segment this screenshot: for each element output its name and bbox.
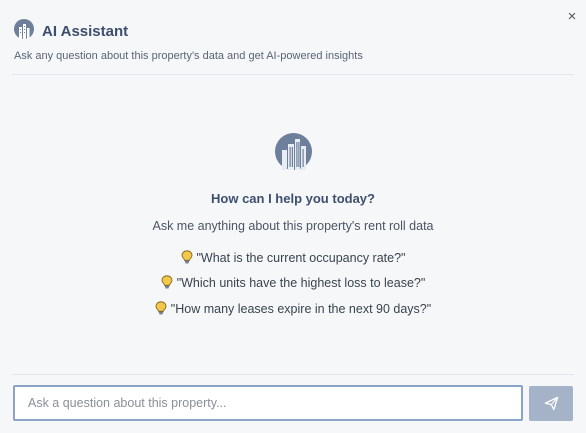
page-title: AI Assistant	[42, 23, 129, 40]
lightbulb-icon	[155, 301, 167, 315]
lightbulb-icon	[181, 250, 192, 264]
building-logo-icon	[275, 133, 312, 170]
building-logo-icon	[14, 19, 34, 39]
composer-divider	[12, 374, 574, 375]
question-input[interactable]	[13, 385, 523, 421]
welcome-heading: How can I help you today?	[211, 191, 375, 206]
send-icon	[544, 396, 558, 411]
suggestion-text: "Which units have the highest loss to le…	[176, 276, 426, 290]
suggestion-item[interactable]: "Which units have the highest loss to le…	[0, 275, 586, 290]
lightbulb-icon	[161, 275, 173, 289]
send-button[interactable]	[529, 386, 573, 421]
suggestion-text: "How many leases expire in the next 90 d…	[170, 302, 432, 316]
suggestion-text: "What is the current occupancy rate?"	[196, 251, 406, 265]
page-subtitle: Ask any question about this property's d…	[14, 50, 363, 62]
assistant-header: AI Assistant Ask any question about this…	[0, 0, 586, 74]
suggestion-item[interactable]: "What is the current occupancy rate?"	[0, 250, 586, 265]
header-divider	[12, 74, 574, 75]
welcome-intro: Ask me anything about this property's re…	[152, 219, 434, 233]
close-icon[interactable]: ×	[568, 8, 577, 25]
close-button[interactable]: ×	[565, 9, 579, 25]
suggestion-item[interactable]: "How many leases expire in the next 90 d…	[0, 301, 586, 316]
